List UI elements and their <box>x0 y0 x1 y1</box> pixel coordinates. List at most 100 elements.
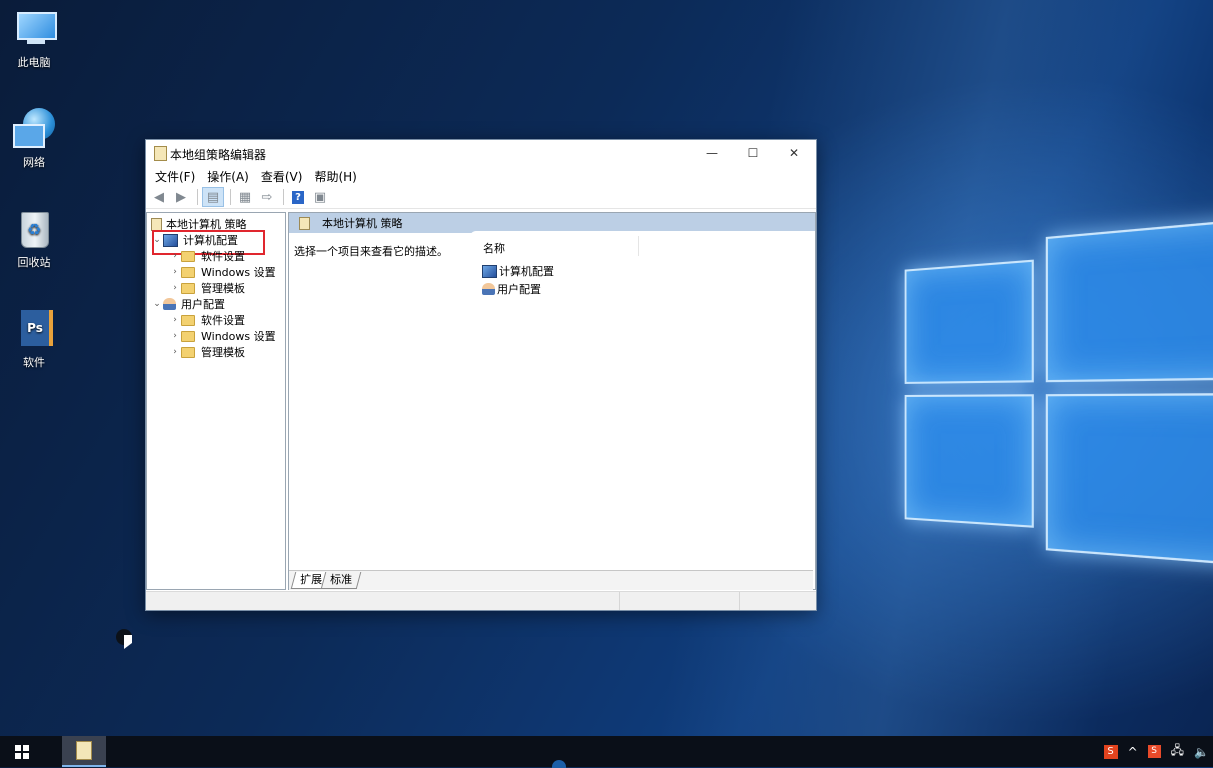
window-body: 本地计算机 策略 ⌄ 计算机配置 › 软件设置 › Windows 设置 › 管… <box>146 210 816 591</box>
details-header-title: 本地计算机 策略 <box>322 215 403 231</box>
tree-node-label: 管理模板 <box>201 280 245 296</box>
folder-icon <box>181 331 195 342</box>
description-text: 选择一个项目来查看它的描述。 <box>294 243 448 259</box>
tree-node-label: 软件设置 <box>201 248 245 264</box>
folder-icon <box>181 283 195 294</box>
this-pc-icon <box>13 8 55 50</box>
tree-node-admin-templates[interactable]: › 管理模板 <box>169 280 245 296</box>
export-list-icon[interactable]: ⇨ <box>257 188 277 206</box>
details-header: 本地计算机 策略 <box>289 213 815 233</box>
chevron-down-icon[interactable]: ⌄ <box>151 299 163 309</box>
folder-icon <box>181 347 195 358</box>
desktop-icon-this-pc[interactable]: 此电脑 <box>8 8 60 70</box>
policy-icon <box>151 218 162 231</box>
menu-action[interactable]: 操作(A) <box>202 168 254 185</box>
menu-file[interactable]: 文件(F) <box>150 168 200 185</box>
menu-view[interactable]: 查看(V) <box>256 168 308 185</box>
user-config-icon <box>163 298 176 310</box>
input-method-icon[interactable]: S <box>1104 745 1118 759</box>
title-bar[interactable]: 本地组策略编辑器 — ☐ ✕ <box>146 140 816 166</box>
help-icon[interactable]: ? <box>288 188 308 206</box>
start-button[interactable] <box>0 736 44 767</box>
folder-icon <box>181 315 195 326</box>
forward-icon[interactable]: ▶ <box>171 188 191 206</box>
chevron-right-icon[interactable]: › <box>169 283 181 293</box>
details-pane: 本地计算机 策略 选择一个项目来查看它的描述。 名称 计算机配置 用户配置 扩展… <box>288 212 816 590</box>
status-bar <box>146 591 816 610</box>
show-hidden-icons-button[interactable]: ^ <box>1128 745 1138 759</box>
tree-node-user-admin-templates[interactable]: › 管理模板 <box>169 344 245 360</box>
tree-node-label: Windows 设置 <box>201 328 276 344</box>
tree-node-user-windows-settings[interactable]: › Windows 设置 <box>169 328 276 344</box>
system-tray: S ^ S 🖧 🔈 <box>1094 736 1209 767</box>
maximize-button[interactable]: ☐ <box>733 140 773 166</box>
windows-logo-wallpaper <box>900 206 1213 604</box>
view-tabs: 扩展 标准 <box>289 570 813 590</box>
mouse-cursor <box>116 629 132 649</box>
close-button[interactable]: ✕ <box>774 140 814 166</box>
policy-app-icon <box>76 741 92 760</box>
tree-node-user-config[interactable]: ⌄ 用户配置 <box>151 296 225 312</box>
policy-icon <box>299 217 310 230</box>
toolbar-separator <box>230 189 231 205</box>
list-header: 名称 <box>470 231 815 256</box>
tree-node-label: 软件设置 <box>201 312 245 328</box>
status-separator <box>739 592 740 610</box>
desktop-icon-label: 网络 <box>8 154 60 170</box>
status-separator <box>619 592 620 610</box>
properties-icon[interactable]: ▦ <box>235 188 255 206</box>
menu-help[interactable]: 帮助(H) <box>309 168 361 185</box>
window-title: 本地组策略编辑器 <box>170 146 266 163</box>
tree-node-software-settings[interactable]: › 软件设置 <box>169 248 245 264</box>
chevron-right-icon[interactable]: › <box>169 315 181 325</box>
toolbar-separator <box>197 189 198 205</box>
chevron-right-icon[interactable]: › <box>169 331 181 341</box>
tree-node-label: Windows 设置 <box>201 264 276 280</box>
back-icon[interactable]: ◀ <box>149 188 169 206</box>
desktop-icon-software[interactable]: Ps 软件 <box>8 308 60 370</box>
policy-app-icon <box>154 146 167 161</box>
navigation-tree: 本地计算机 策略 ⌄ 计算机配置 › 软件设置 › Windows 设置 › 管… <box>146 212 286 590</box>
software-folder-icon: Ps <box>13 308 55 350</box>
show-action-pane-icon[interactable]: ▣ <box>310 188 330 206</box>
list-item-user-config[interactable]: 用户配置 <box>482 281 541 297</box>
menu-bar: 文件(F) 操作(A) 查看(V) 帮助(H) <box>146 166 816 186</box>
recycle-bin-icon <box>13 208 55 250</box>
desktop-icon-label: 软件 <box>8 354 60 370</box>
tab-standard[interactable]: 标准 <box>321 572 362 589</box>
user-config-icon <box>482 283 495 295</box>
windows-start-icon <box>15 745 29 759</box>
toolbar: ◀ ▶ ▤ ▦ ⇨ ? ▣ <box>146 186 816 209</box>
network-icon[interactable]: 🖧 <box>1171 741 1184 762</box>
chevron-right-icon[interactable]: › <box>169 267 181 277</box>
column-separator[interactable] <box>638 236 639 256</box>
list-item-label: 计算机配置 <box>499 263 554 279</box>
volume-icon[interactable]: 🔈 <box>1194 745 1209 759</box>
folder-icon <box>181 267 195 278</box>
tab-label: 扩展 <box>300 572 322 588</box>
desktop-icon-recycle-bin[interactable]: 回收站 <box>8 208 60 270</box>
toolbar-separator <box>283 189 284 205</box>
chevron-right-icon[interactable]: › <box>169 347 181 357</box>
tree-node-label: 用户配置 <box>181 296 225 312</box>
list-item-label: 用户配置 <box>497 281 541 297</box>
network-icon <box>13 108 55 150</box>
computer-config-icon <box>482 265 497 278</box>
tree-node-label: 管理模板 <box>201 344 245 360</box>
list-item-computer-config[interactable]: 计算机配置 <box>482 263 554 279</box>
tree-node-user-software-settings[interactable]: › 软件设置 <box>169 312 245 328</box>
desktop-icon-label: 回收站 <box>8 254 60 270</box>
column-header-name[interactable]: 名称 <box>483 240 505 256</box>
desktop-icon-label: 此电脑 <box>8 54 60 70</box>
minimize-button[interactable]: — <box>692 140 732 166</box>
taskbar-app-group-policy[interactable] <box>62 736 106 767</box>
folder-icon <box>181 251 195 262</box>
show-hide-tree-icon[interactable]: ▤ <box>202 187 224 207</box>
group-policy-editor-window: 本地组策略编辑器 — ☐ ✕ 文件(F) 操作(A) 查看(V) 帮助(H) ◀… <box>145 139 817 611</box>
chevron-right-icon[interactable]: › <box>169 251 181 261</box>
tab-label: 标准 <box>330 572 352 588</box>
desktop-icon-network[interactable]: 网络 <box>8 108 60 170</box>
taskbar: S ^ S 🖧 🔈 <box>0 736 1213 767</box>
tree-node-windows-settings[interactable]: › Windows 设置 <box>169 264 276 280</box>
sogou-icon[interactable]: S <box>1148 745 1161 758</box>
